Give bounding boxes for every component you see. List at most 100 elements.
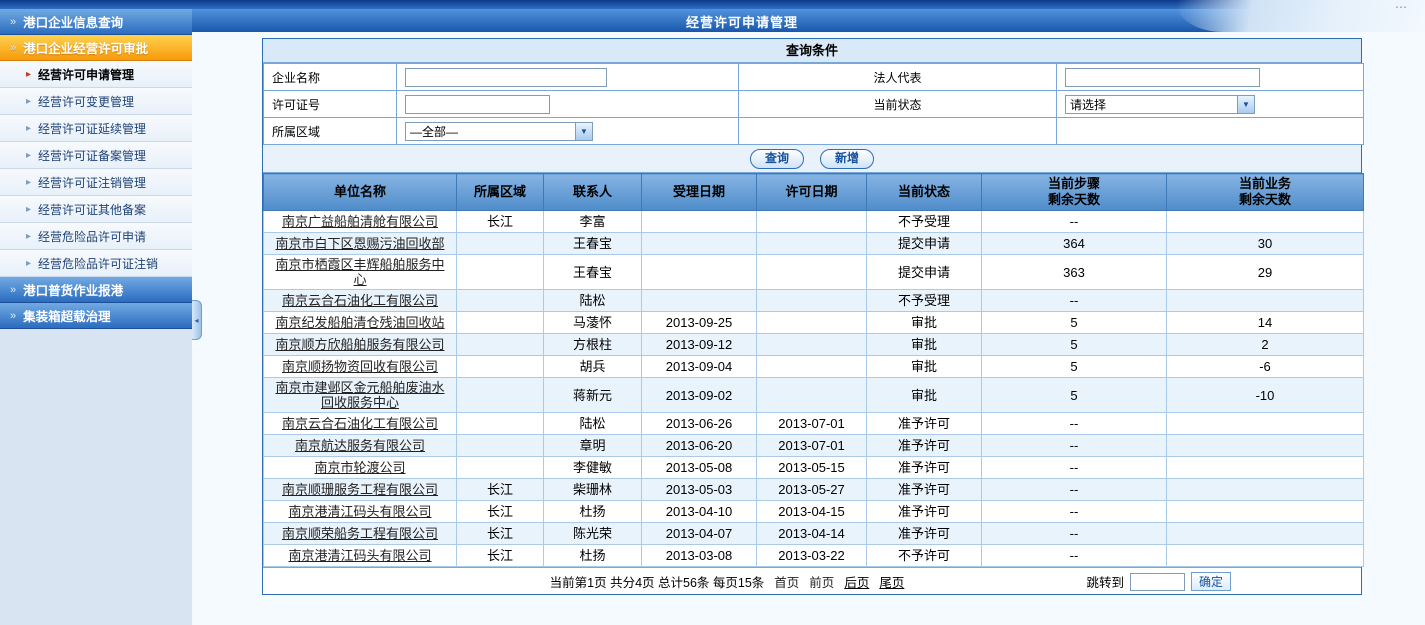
column-header: 受理日期 (642, 174, 757, 211)
legal-rep-input[interactable] (1065, 68, 1260, 87)
sidebar-item-8[interactable]: ▸经营危险品许可证注销 (0, 250, 192, 277)
cell (1167, 413, 1364, 435)
cell (457, 233, 544, 255)
cell: 5 (982, 378, 1167, 413)
sidebar-group-license-approval[interactable]: » 港口企业经营许可审批 (0, 35, 192, 61)
pagination-bar: 当前第1页 共分4页 总计56条 每页15条 首页 前页 后页 尾页 跳转到 确… (263, 567, 1361, 594)
sidebar-item-5[interactable]: ▸经营许可证注销管理 (0, 169, 192, 196)
cell (457, 457, 544, 479)
jump-label: 跳转到 (1086, 572, 1124, 591)
unit-name-link[interactable]: 南京云合石油化工有限公司 (282, 416, 438, 431)
bullet-arrow-icon: ▸ (26, 123, 31, 134)
cell (757, 233, 867, 255)
table-row: 南京市栖霞区丰辉船舶服务中心王春宝提交申请36329 (264, 255, 1364, 290)
add-button[interactable]: 新增 (820, 149, 874, 169)
cell: 363 (982, 255, 1167, 290)
cell: 杜扬 (544, 545, 642, 567)
unit-name-link[interactable]: 南京市建邺区金元船舶废油水回收服务中心 (275, 380, 444, 410)
cell: 2013-05-08 (642, 457, 757, 479)
cell: 审批 (867, 378, 982, 413)
cell: 长江 (457, 479, 544, 501)
status-select-value: 请选择 (1066, 96, 1106, 113)
sidebar-collapse-handle[interactable]: ◂ (192, 300, 202, 340)
unit-name-cell: 南京市建邺区金元船舶废油水回收服务中心 (264, 378, 457, 413)
cell (457, 334, 544, 356)
first-page-link[interactable]: 首页 (774, 572, 799, 591)
sidebar-item-6[interactable]: ▸经营许可证其他备案 (0, 196, 192, 223)
cell (457, 378, 544, 413)
license-no-input[interactable] (405, 95, 550, 114)
sidebar-group-container-overload[interactable]: » 集装箱超载治理 (0, 303, 192, 329)
chevrons-icon: » (10, 284, 16, 296)
last-page-link[interactable]: 尾页 (879, 572, 904, 591)
confirm-button[interactable]: 确定 (1191, 572, 1231, 591)
unit-name-link[interactable]: 南京云合石油化工有限公司 (282, 293, 438, 308)
unit-name-cell: 南京航达服务有限公司 (264, 435, 457, 457)
table-row: 南京云合石油化工有限公司陆松2013-06-262013-07-01准予许可-- (264, 413, 1364, 435)
sidebar-item-4[interactable]: ▸经营许可证备案管理 (0, 142, 192, 169)
next-page-link[interactable]: 后页 (844, 572, 869, 591)
unit-name-link[interactable]: 南京市白下区恩赐污油回收部 (275, 236, 444, 251)
status-select[interactable]: 请选择 ▼ (1065, 95, 1255, 114)
unit-name-link[interactable]: 南京顺方欣船舶服务有限公司 (275, 337, 444, 352)
cell: 29 (1167, 255, 1364, 290)
column-header: 许可日期 (757, 174, 867, 211)
column-header: 所属区域 (457, 174, 544, 211)
cell: 14 (1167, 312, 1364, 334)
corner-swoosh (1177, 0, 1425, 32)
jump-page-input[interactable] (1130, 573, 1185, 591)
table-header-row: 单位名称所属区域联系人受理日期许可日期当前状态当前步骤剩余天数当前业务剩余天数 (264, 174, 1364, 211)
license-no-cell (397, 91, 739, 118)
region-label: 所属区域 (264, 118, 397, 145)
unit-name-cell: 南京市轮渡公司 (264, 457, 457, 479)
unit-name-link[interactable]: 南京广益船舶清舱有限公司 (282, 214, 438, 229)
table-row: 南京市建邺区金元船舶废油水回收服务中心蒋新元2013-09-02审批5-10 (264, 378, 1364, 413)
table-row: 南京港清江码头有限公司长江杜扬2013-03-082013-03-22不予许可-… (264, 545, 1364, 567)
region-select[interactable]: —全部— ▼ (405, 122, 593, 141)
unit-name-link[interactable]: 南京顺珊服务工程有限公司 (282, 482, 438, 497)
unit-name-cell: 南京云合石油化工有限公司 (264, 413, 457, 435)
bullet-arrow-icon: ▸ (26, 231, 31, 242)
chevrons-icon: » (10, 310, 16, 322)
cell: 2013-09-04 (642, 356, 757, 378)
cell: 李富 (544, 211, 642, 233)
cell: 不予受理 (867, 290, 982, 312)
sidebar-item-3[interactable]: ▸ 经营许可证延续管理 (0, 115, 192, 142)
sidebar-group-cargo-report[interactable]: » 港口普货作业报港 (0, 277, 192, 303)
unit-name-link[interactable]: 南京顺扬物资回收有限公司 (282, 359, 438, 374)
chevron-down-icon: ▼ (575, 123, 592, 140)
unit-name-link[interactable]: 南京市栖霞区丰辉船舶服务中心 (275, 257, 444, 287)
prev-page-link[interactable]: 前页 (809, 572, 834, 591)
sidebar-item-label: 经营许可证延续管理 (38, 120, 146, 137)
unit-name-link[interactable]: 南京纪发船舶清仓残油回收站 (275, 315, 444, 330)
content-area: 查询条件 企业名称 法人代表 许可证号 当前状态 (192, 32, 1425, 625)
column-header: 当前步骤剩余天数 (982, 174, 1167, 211)
company-name-input[interactable] (405, 68, 607, 87)
sidebar-item-1[interactable]: ▸经营许可申请管理 (0, 61, 192, 88)
unit-name-cell: 南京云合石油化工有限公司 (264, 290, 457, 312)
unit-name-link[interactable]: 南京航达服务有限公司 (295, 438, 425, 453)
table-row: 南京市白下区恩赐污油回收部王春宝提交申请36430 (264, 233, 1364, 255)
sidebar-item-2[interactable]: ▸经营许可变更管理 (0, 88, 192, 115)
cell (457, 435, 544, 457)
cell: 审批 (867, 356, 982, 378)
unit-name-link[interactable]: 南京港清江码头有限公司 (288, 548, 431, 563)
unit-name-link[interactable]: 南京顺荣船务工程有限公司 (282, 526, 438, 541)
cell (642, 211, 757, 233)
sidebar-item-7[interactable]: ▸经营危险品许可申请 (0, 223, 192, 250)
table-row: 南京顺珊服务工程有限公司长江柴珊林2013-05-032013-05-27准予许… (264, 479, 1364, 501)
cell: 2013-05-27 (757, 479, 867, 501)
sidebar-group-label: 港口企业经营许可审批 (23, 38, 148, 57)
unit-name-link[interactable]: 南京港清江码头有限公司 (288, 504, 431, 519)
cell: 章明 (544, 435, 642, 457)
cell: 审批 (867, 334, 982, 356)
cell: 2013-04-14 (757, 523, 867, 545)
unit-name-link[interactable]: 南京市轮渡公司 (314, 460, 405, 475)
cell (1167, 290, 1364, 312)
sidebar-group-enterprise-info[interactable]: » 港口企业信息查询 (0, 9, 192, 35)
search-button[interactable]: 查询 (750, 149, 804, 169)
cell: 蒋新元 (544, 378, 642, 413)
cell: 准予许可 (867, 479, 982, 501)
grip-dots-icon[interactable]: ⋯ (1395, 0, 1409, 14)
table-row: 南京云合石油化工有限公司陆松不予受理-- (264, 290, 1364, 312)
